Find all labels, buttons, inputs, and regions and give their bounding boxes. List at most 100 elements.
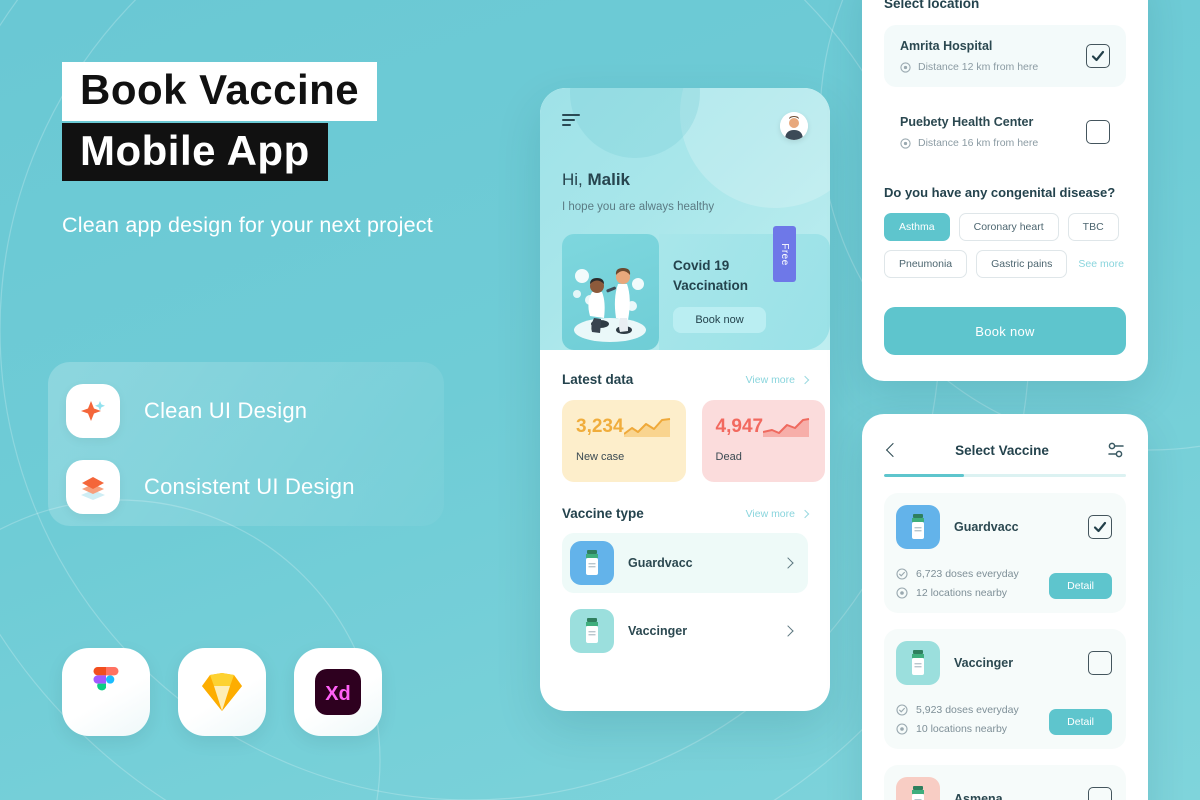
- vaccine-view-more-link[interactable]: View more: [746, 508, 810, 520]
- vaccine-card-vaccinger[interactable]: Vaccinger 5,923 doses everyday 10 locati…: [884, 629, 1126, 749]
- vaccine-type-list: Guardvacc Vaccinger: [562, 533, 808, 661]
- vaccine-card-guardvacc[interactable]: Guardvacc 6,723 doses everyday 12 locati…: [884, 493, 1126, 613]
- user-avatar[interactable]: [780, 112, 808, 140]
- vaccine-name: Asmena: [954, 792, 1003, 800]
- vaccine-name: Vaccinger: [628, 624, 688, 638]
- vaccine-locations: 10 locations nearby: [896, 723, 1019, 735]
- phone-hero: Hi, Malik I hope you are always healthy: [540, 88, 830, 350]
- vaccine-vial-icon: [570, 609, 614, 653]
- disease-tag-tbc[interactable]: TBC: [1067, 213, 1119, 241]
- disease-tag-asthma[interactable]: Asthma: [884, 213, 950, 241]
- free-badge: Free: [773, 226, 796, 282]
- location-checkbox[interactable]: [1086, 44, 1110, 68]
- sliders-filter-icon[interactable]: [1106, 440, 1126, 460]
- vaccination-illustration: [562, 234, 659, 350]
- book-now-button[interactable]: Book now: [884, 307, 1126, 355]
- vaccine-checkbox[interactable]: [1088, 515, 1112, 539]
- select-vaccine-header: Select Vaccine: [884, 440, 1126, 460]
- promo-title-line-1: Book Vaccine: [62, 62, 378, 121]
- vaccine-doses: 6,723 doses everyday: [896, 568, 1019, 580]
- hamburger-menu-icon[interactable]: [562, 112, 584, 128]
- feature-item-clean-ui: Clean UI Design: [48, 362, 444, 438]
- phone-body: Latest data View more 3,234 New case 4,9…: [540, 350, 830, 661]
- greeting-text: Hi, Malik: [562, 170, 631, 189]
- location-option-amrita[interactable]: Amrita Hospital Distance 12 km from here: [884, 25, 1126, 87]
- shield-check-icon: [896, 704, 908, 716]
- chevron-right-icon: [782, 625, 794, 637]
- select-vaccine-panel: Select Vaccine Guardvacc 6,723 doses eve…: [862, 414, 1148, 800]
- location-distance: Distance 12 km from here: [900, 61, 1038, 73]
- vaccine-vial-icon: [896, 777, 940, 800]
- shield-check-icon: [896, 568, 908, 580]
- location-pin-icon: [896, 723, 908, 735]
- section-title: Latest data: [562, 372, 634, 387]
- location-distance: Distance 16 km from here: [900, 137, 1038, 149]
- location-option-puebety[interactable]: Puebety Health Center Distance 16 km fro…: [884, 101, 1126, 163]
- promo-subtitle: Clean app design for your next project: [62, 213, 433, 238]
- vaccine-checkbox[interactable]: [1088, 651, 1112, 675]
- see-more-link[interactable]: See more: [1076, 251, 1126, 277]
- disease-tag-coronary-heart[interactable]: Coronary heart: [958, 213, 1059, 241]
- vaccine-name: Guardvacc: [954, 520, 1019, 534]
- stat-value: 4,947: [715, 416, 764, 437]
- phone-mockup-home: Hi, Malik I hope you are always healthy: [540, 88, 830, 711]
- location-name: Puebety Health Center: [900, 115, 1034, 129]
- feature-card: Clean UI Design Consistent UI Design: [48, 362, 444, 526]
- chevron-left-icon[interactable]: [885, 442, 901, 458]
- greeting-subtitle: I hope you are always healthy: [562, 201, 715, 213]
- location-name: Amrita Hospital: [900, 39, 993, 53]
- disease-tag-group: Asthma Coronary heart TBC Pneumonia Gast…: [884, 213, 1126, 278]
- sparkline-icon: [763, 418, 810, 437]
- section-title: Vaccine type: [562, 506, 644, 521]
- vaccine-type-header: Vaccine type View more: [562, 506, 810, 521]
- location-pin-icon: [900, 137, 911, 149]
- feature-label: Consistent UI Design: [144, 474, 355, 499]
- location-pin-icon: [896, 587, 908, 599]
- figma-logo: [62, 648, 150, 736]
- panel-title: Select location: [884, 0, 980, 11]
- tool-logos: Xd: [62, 648, 382, 736]
- latest-view-more-link[interactable]: View more: [746, 374, 810, 386]
- sparkle-icon: [66, 384, 120, 438]
- vaccine-doses: 5,923 doses everyday: [896, 704, 1019, 716]
- vaccine-locations: 12 locations nearby: [896, 587, 1019, 599]
- vaccine-card-asmena[interactable]: Asmena 4,023 doses everyday Detail: [884, 765, 1126, 800]
- stat-card-dead[interactable]: 4,947 Dead: [701, 400, 826, 482]
- covid-promo-card[interactable]: Covid 19 Vaccination Book now Free: [562, 226, 830, 350]
- select-location-panel: Select location Amrita Hospital Distance…: [862, 0, 1148, 381]
- stat-label: Dead: [715, 451, 742, 463]
- detail-button[interactable]: Detail: [1049, 709, 1112, 735]
- list-item[interactable]: Vaccinger: [562, 601, 808, 661]
- chevron-right-icon: [800, 375, 810, 384]
- hero-blob: [680, 88, 830, 208]
- vaccine-vial-icon: [570, 541, 614, 585]
- stat-cards: 3,234 New case 4,947 Dead: [562, 400, 826, 482]
- disease-tag-gastric-pains[interactable]: Gastric pains: [976, 250, 1068, 278]
- chevron-right-icon: [782, 557, 794, 569]
- disease-tag-pneumonia[interactable]: Pneumonia: [884, 250, 968, 278]
- stat-value: 3,234: [576, 416, 624, 437]
- stat-card-new-case[interactable]: 3,234 New case: [562, 400, 686, 482]
- vaccine-vial-icon: [896, 641, 940, 685]
- sketch-logo: [178, 648, 266, 736]
- list-item[interactable]: Guardvacc: [562, 533, 808, 593]
- latest-data-header: Latest data View more: [562, 372, 810, 387]
- vaccine-name: Guardvacc: [628, 556, 693, 570]
- vaccine-vial-icon: [896, 505, 940, 549]
- svg-text:Xd: Xd: [325, 683, 351, 705]
- adobe-xd-logo: Xd: [294, 648, 382, 736]
- covid-card-title: Covid 19 Vaccination: [673, 258, 749, 293]
- location-checkbox[interactable]: [1086, 120, 1110, 144]
- layers-icon: [66, 460, 120, 514]
- location-pin-icon: [900, 61, 911, 73]
- sparkline-icon: [623, 418, 670, 437]
- progress-bar: [884, 474, 1126, 477]
- feature-label: Clean UI Design: [144, 398, 308, 423]
- detail-button[interactable]: Detail: [1049, 573, 1112, 599]
- stat-label: New case: [576, 451, 625, 463]
- panel-title: Select Vaccine: [955, 442, 1049, 458]
- chevron-right-icon: [800, 509, 810, 518]
- vaccine-checkbox[interactable]: [1088, 787, 1112, 800]
- covid-book-now-button[interactable]: Book now: [673, 307, 766, 334]
- promo-title-line-2: Mobile App: [62, 122, 328, 182]
